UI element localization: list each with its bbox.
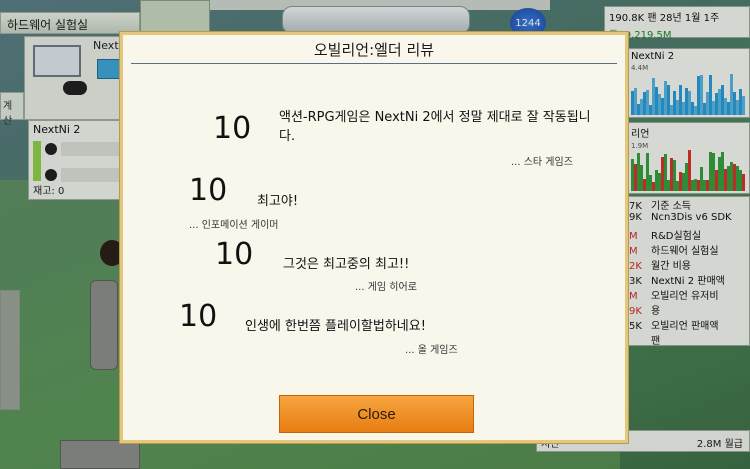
review-text: 인생에 한번쯤 플레이할법하네요!	[245, 319, 426, 334]
review-score: 10	[179, 299, 218, 334]
review-text: 최고야!	[257, 194, 299, 209]
review-score: 10	[215, 237, 254, 272]
review-source: ... 올 게임즈	[405, 345, 458, 356]
review-dialog: 오빌리언:엘더 리뷰 10 액션-RPG게임은 NextNi 2에서 정말 제대…	[120, 32, 628, 443]
review-score: 10	[189, 173, 228, 208]
review-source: ... 게임 히어로	[355, 282, 417, 293]
title-divider	[131, 63, 617, 64]
review-source: ... 스타 게임즈	[511, 157, 573, 168]
review-source: ... 인포메이션 게이머	[189, 220, 279, 231]
dialog-title: 오빌리언:엘더 리뷰	[313, 41, 435, 59]
review-text: 액션-RPG게임은 NextNi 2에서 정말 제대로 잘 작동됩니다.	[279, 110, 591, 144]
close-button[interactable]: Close	[279, 395, 474, 433]
review-text: 그것은 최고중의 최고!!	[283, 257, 410, 272]
review-score: 10	[213, 111, 252, 146]
